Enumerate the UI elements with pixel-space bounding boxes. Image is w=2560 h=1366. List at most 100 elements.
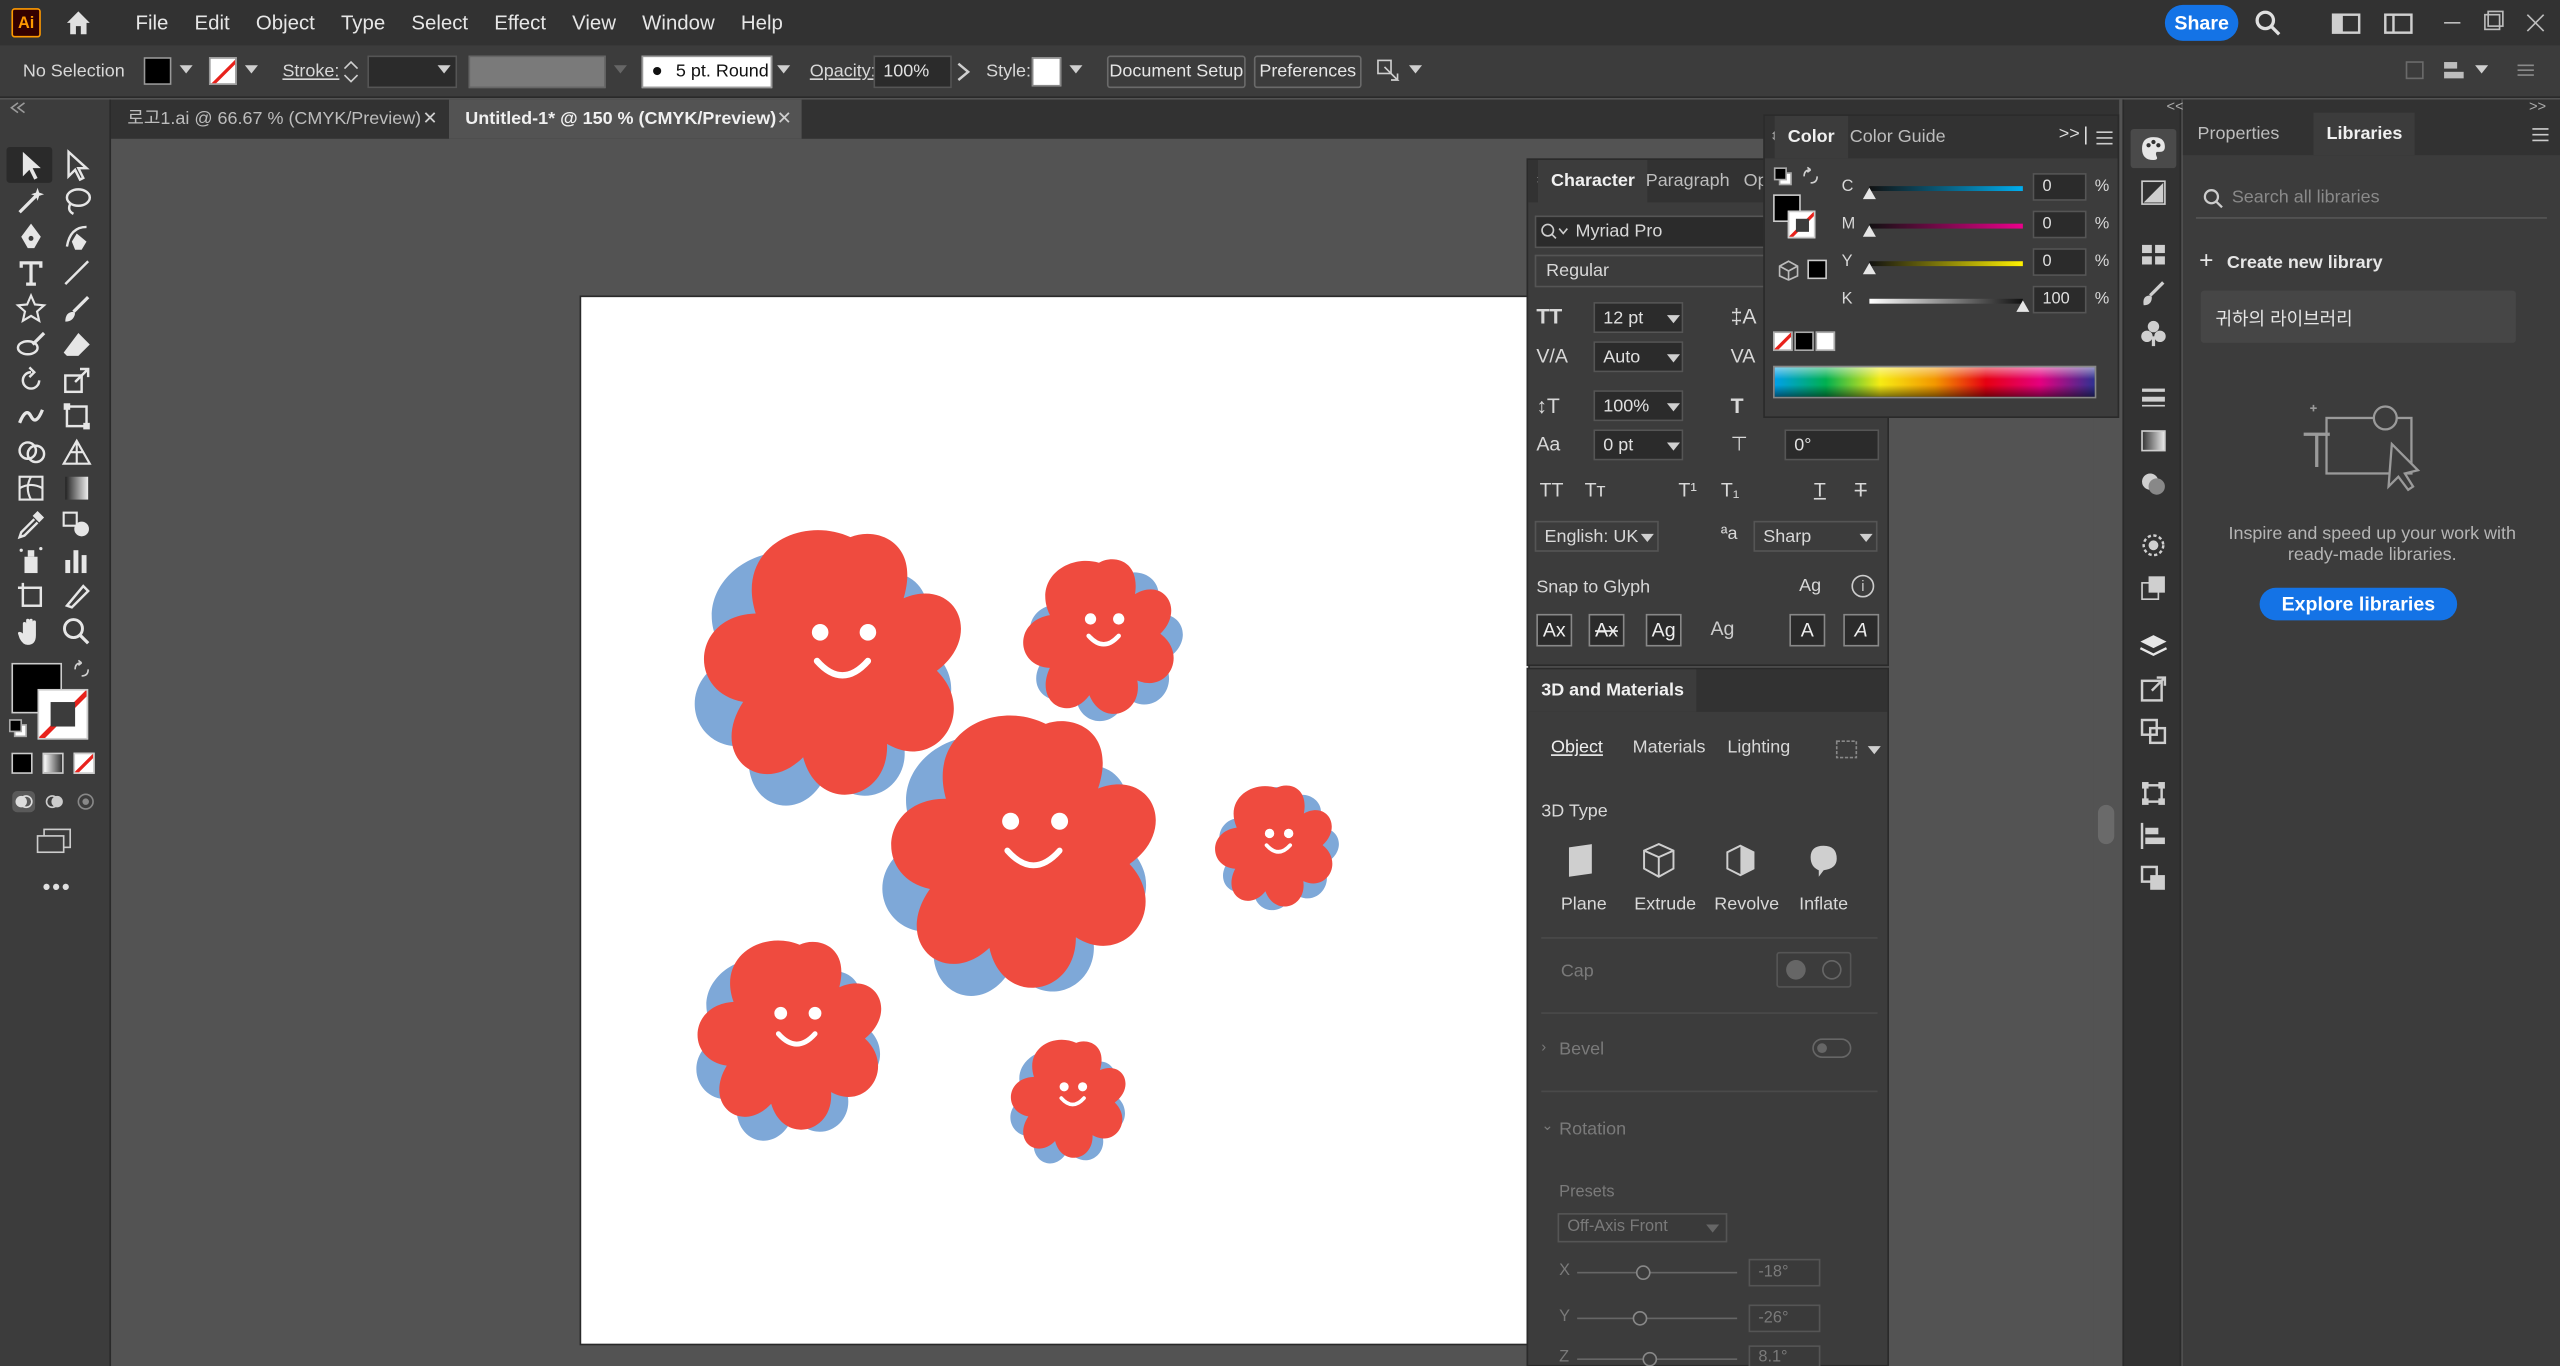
yellow-field[interactable]: 0: [2032, 248, 2087, 276]
color-mode-icon[interactable]: [11, 752, 33, 774]
profile-dropdown-icon[interactable]: [613, 65, 627, 74]
arrange-documents-icon[interactable]: [2331, 8, 2361, 37]
bevel-expand-icon[interactable]: ›: [1541, 1038, 1546, 1054]
tab-color-guide[interactable]: Color Guide: [1837, 116, 1959, 158]
search-icon[interactable]: [2253, 8, 2282, 37]
library-item[interactable]: 귀하의 라이브러리: [2200, 290, 2516, 343]
hand-tool-icon[interactable]: [15, 616, 48, 649]
collapse-panel-icon[interactable]: >>: [2529, 98, 2546, 114]
color-spectrum[interactable]: [1773, 365, 2097, 399]
gradient-panel-icon[interactable]: [2139, 426, 2168, 455]
tab-3d-materials[interactable]: 3D and Materials: [1528, 669, 1698, 712]
layers-icon[interactable]: [2139, 632, 2168, 661]
stroke-dropdown-icon[interactable]: [244, 65, 258, 74]
menu-type[interactable]: Type: [328, 0, 398, 46]
none-swatch[interactable]: [1773, 331, 1793, 352]
opacity-arrow-icon[interactable]: [955, 62, 971, 82]
tab-untitled-1[interactable]: Untitled-1* @ 150 % (CMYK/Preview) ✕: [448, 99, 802, 139]
share-button[interactable]: Share: [2164, 4, 2239, 41]
scale-tool-icon[interactable]: [60, 364, 93, 397]
style-dropdown-icon[interactable]: [1069, 65, 1083, 74]
slice-tool-icon[interactable]: [60, 580, 93, 613]
cyan-slider[interactable]: [1862, 186, 2023, 200]
rotate-tool-icon[interactable]: [15, 364, 48, 397]
document-setup-button[interactable]: Document Setup: [1106, 55, 1246, 89]
artboards-icon[interactable]: [2139, 717, 2168, 746]
pathfinder-icon[interactable]: [2139, 864, 2168, 893]
preferences-button[interactable]: Preferences: [1253, 55, 1362, 89]
tab-object[interactable]: Object: [1551, 738, 1603, 758]
menu-select[interactable]: Select: [398, 0, 481, 46]
character-rotation-field[interactable]: 0°: [1784, 429, 1880, 461]
stroke-stepper-icon[interactable]: [343, 59, 359, 85]
brush-definition-field[interactable]: 5 pt. Round: [641, 55, 773, 89]
blend-tool-icon[interactable]: [60, 508, 93, 541]
color-panel-icon[interactable]: [2139, 134, 2168, 163]
pen-tool-icon[interactable]: [15, 220, 48, 253]
library-search-input[interactable]: Search all libraries: [2195, 180, 2547, 219]
rotation-z-slider[interactable]: [1577, 1351, 1738, 1366]
free-transform-tool-icon[interactable]: [60, 400, 93, 433]
opacity-label[interactable]: Opacity:: [810, 62, 876, 82]
line-segment-tool-icon[interactable]: [60, 256, 93, 289]
mesh-tool-icon[interactable]: [15, 472, 48, 505]
tab-materials[interactable]: Materials: [1633, 738, 1706, 758]
magic-wand-tool-icon[interactable]: [15, 184, 48, 217]
collapse-icon[interactable]: [10, 101, 26, 114]
menu-edit[interactable]: Edit: [181, 0, 242, 46]
snap-glyph-bounds-icon[interactable]: Ag: [1645, 613, 1682, 647]
draw-inside-icon[interactable]: [73, 790, 97, 813]
white-swatch[interactable]: [1815, 331, 1836, 352]
bevel-toggle[interactable]: [1812, 1038, 1852, 1058]
symbols-icon[interactable]: [2139, 318, 2168, 347]
stroke-label[interactable]: Stroke:: [282, 62, 339, 82]
tab-logo1[interactable]: 로고1.ai @ 66.67 % (CMYK/Preview) ✕: [111, 100, 447, 139]
render-dropdown-icon[interactable]: [1867, 746, 1881, 755]
variable-width-profile[interactable]: [468, 55, 606, 89]
artboard-tool-icon[interactable]: [15, 580, 48, 613]
close-tab-icon[interactable]: ✕: [777, 100, 792, 139]
language-select[interactable]: English: UK: [1534, 520, 1659, 552]
expand-panel-icon[interactable]: >>: [2059, 124, 2080, 144]
rotation-x-slider[interactable]: [1577, 1265, 1738, 1280]
snap-xheight-icon[interactable]: Ax: [1588, 613, 1625, 647]
menu-file[interactable]: File: [122, 0, 181, 46]
menu-window[interactable]: Window: [629, 0, 728, 46]
artboard[interactable]: [581, 297, 1529, 1344]
align-dropdown-icon[interactable]: [2475, 65, 2489, 74]
opacity-field[interactable]: 100%: [873, 55, 952, 89]
close-window-icon[interactable]: [2521, 8, 2550, 37]
rotation-y-field[interactable]: -26°: [1748, 1304, 1821, 1333]
underline-icon[interactable]: T: [1814, 478, 1826, 501]
color-stroke-box[interactable]: [1787, 210, 1816, 239]
magenta-field[interactable]: 0: [2032, 210, 2087, 239]
tab-lighting[interactable]: Lighting: [1727, 738, 1790, 758]
tab-properties[interactable]: Properties: [2184, 113, 2292, 155]
info-icon[interactable]: i: [1851, 574, 1875, 598]
screen-mode-icon[interactable]: [36, 828, 72, 854]
tab-character[interactable]: Character: [1537, 159, 1648, 203]
render-icon[interactable]: [1835, 740, 1858, 760]
warp-tool-icon[interactable]: [15, 400, 48, 433]
default-fill-stroke-icon[interactable]: [1773, 167, 1793, 187]
baseline-dropdown-icon[interactable]: [1666, 442, 1680, 451]
menu-help[interactable]: Help: [728, 0, 796, 46]
zoom-tool-icon[interactable]: [60, 616, 93, 649]
scale-dropdown-icon[interactable]: [1666, 403, 1680, 412]
paintbrush-tool-icon[interactable]: [60, 292, 93, 325]
fill-dropdown-icon[interactable]: [179, 65, 193, 74]
black-slider-knob[interactable]: [2016, 300, 2030, 312]
export-icon[interactable]: [2139, 674, 2168, 703]
snap-angular-icon[interactable]: A: [1789, 613, 1826, 647]
type-tool-icon[interactable]: [15, 256, 48, 289]
swatches-icon[interactable]: [2139, 240, 2168, 269]
gradient-tool-icon[interactable]: [60, 472, 93, 505]
out-of-gamut-icon[interactable]: [1778, 260, 1799, 281]
workspace-switcher-icon[interactable]: [2384, 8, 2413, 37]
font-style-field[interactable]: Regular: [1534, 254, 1774, 288]
align-panel-icon[interactable]: [2139, 821, 2168, 850]
cyan-slider-knob[interactable]: [1862, 187, 1876, 200]
eyedropper-tool-icon[interactable]: [15, 508, 48, 541]
transparency-icon[interactable]: [2139, 469, 2168, 498]
gradient-mode-icon[interactable]: [42, 752, 64, 774]
